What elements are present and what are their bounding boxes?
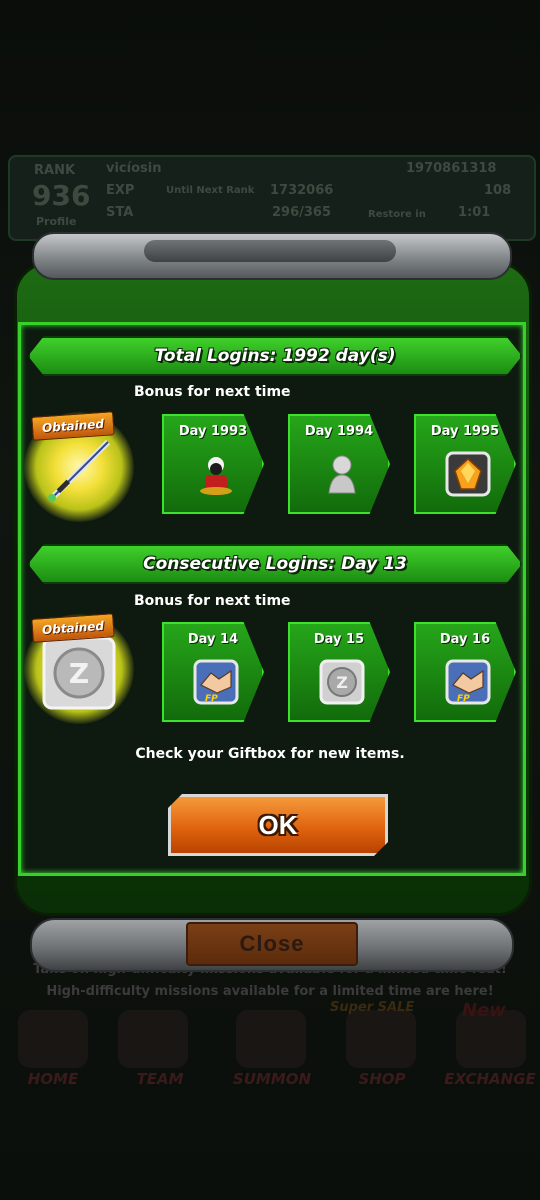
giftbox-message: Check your Giftbox for new items. — [135, 746, 405, 762]
restore-timer: 1:01 — [458, 205, 491, 220]
reward-day-14: Day 14 FP — [162, 622, 264, 722]
svg-text:Z: Z — [69, 657, 89, 690]
home-icon — [18, 1010, 88, 1068]
rank-label: RANK — [34, 163, 76, 178]
total-logins-title: Total Logins: 1992 day(s) — [154, 346, 396, 366]
orange-crystal-icon — [445, 451, 491, 497]
exp-value: 1732066 — [270, 183, 334, 198]
reward-day-16: Day 16 FP — [414, 622, 516, 722]
friend-points-handshake-icon: FP — [193, 659, 239, 705]
event-ticker-2: High-difficulty missions available for a… — [46, 984, 494, 999]
consecutive-obtained-reward: Z Obtained — [24, 613, 134, 724]
until-next-rank-label: Until Next Rank — [166, 185, 255, 196]
total-logins-header: Total Logins: 1992 day(s) — [28, 336, 522, 376]
nav-exchange[interactable]: EXCHANGE — [440, 1070, 540, 1088]
day-label: Day 15 — [313, 632, 365, 647]
shop-icon — [346, 1010, 416, 1068]
nav-shop[interactable]: SHOP — [332, 1070, 432, 1088]
player-status-bar: RANK 936 vicíosin EXP Until Next Rank 17… — [8, 155, 536, 241]
total-obtained-reward: Obtained — [24, 411, 134, 522]
ok-button[interactable]: OK — [168, 794, 388, 856]
team-icon — [118, 1010, 188, 1068]
day-label: Day 1993 — [178, 424, 248, 439]
day-label: Day 1995 — [430, 424, 500, 439]
profile-button[interactable]: Profile — [36, 215, 76, 228]
consecutive-logins-header: Consecutive Logins: Day 13 — [28, 544, 522, 584]
svg-text:FP: FP — [457, 694, 470, 704]
silver-statue-icon — [328, 455, 356, 494]
sta-label: STA — [106, 205, 134, 220]
day-label: Day 1994 — [304, 424, 374, 439]
reward-day-15: Day 15 Z — [288, 622, 390, 722]
bottom-navigation: HOME TEAM SUMMON SHOP Super SALE EXCHANG… — [0, 1000, 540, 1110]
silver-z-medal-icon: Z — [42, 636, 116, 710]
consecutive-logins-title: Consecutive Logins: Day 13 — [143, 554, 407, 574]
day-label: Day 16 — [439, 632, 491, 647]
svg-text:Z: Z — [336, 673, 348, 692]
total-bonus-label: Bonus for next time — [134, 384, 291, 400]
summon-icon — [236, 1010, 306, 1068]
exp-label: EXP — [106, 183, 135, 198]
nav-team[interactable]: TEAM — [110, 1070, 210, 1088]
reward-day-1994: Day 1994 — [288, 414, 390, 514]
genie-character-icon — [200, 457, 232, 495]
restore-label: Restore in — [368, 209, 426, 220]
rank-value: 936 — [32, 179, 91, 212]
new-badge: New — [462, 1000, 506, 1021]
sword-icon — [47, 439, 111, 503]
popup-frame-top — [32, 232, 512, 280]
friend-points-handshake-icon: FP — [445, 659, 491, 705]
close-button[interactable]: Close — [186, 922, 358, 966]
nav-summon[interactable]: SUMMON — [222, 1070, 322, 1088]
silver-z-medal-icon: Z — [319, 659, 365, 705]
sta-value: 296/365 — [272, 205, 332, 220]
super-sale-badge: Super SALE — [330, 1000, 415, 1015]
svg-text:FP: FP — [205, 694, 218, 704]
nav-home[interactable]: HOME — [3, 1070, 103, 1088]
dragon-stones-value: 108 — [484, 183, 512, 198]
consecutive-bonus-label: Bonus for next time — [134, 593, 291, 609]
player-name: vicíosin — [106, 161, 162, 176]
reward-day-1993: Day 1993 — [162, 414, 264, 514]
day-label: Day 14 — [187, 632, 239, 647]
zeni-value: 1970861318 — [406, 161, 497, 176]
reward-day-1995: Day 1995 — [414, 414, 516, 514]
